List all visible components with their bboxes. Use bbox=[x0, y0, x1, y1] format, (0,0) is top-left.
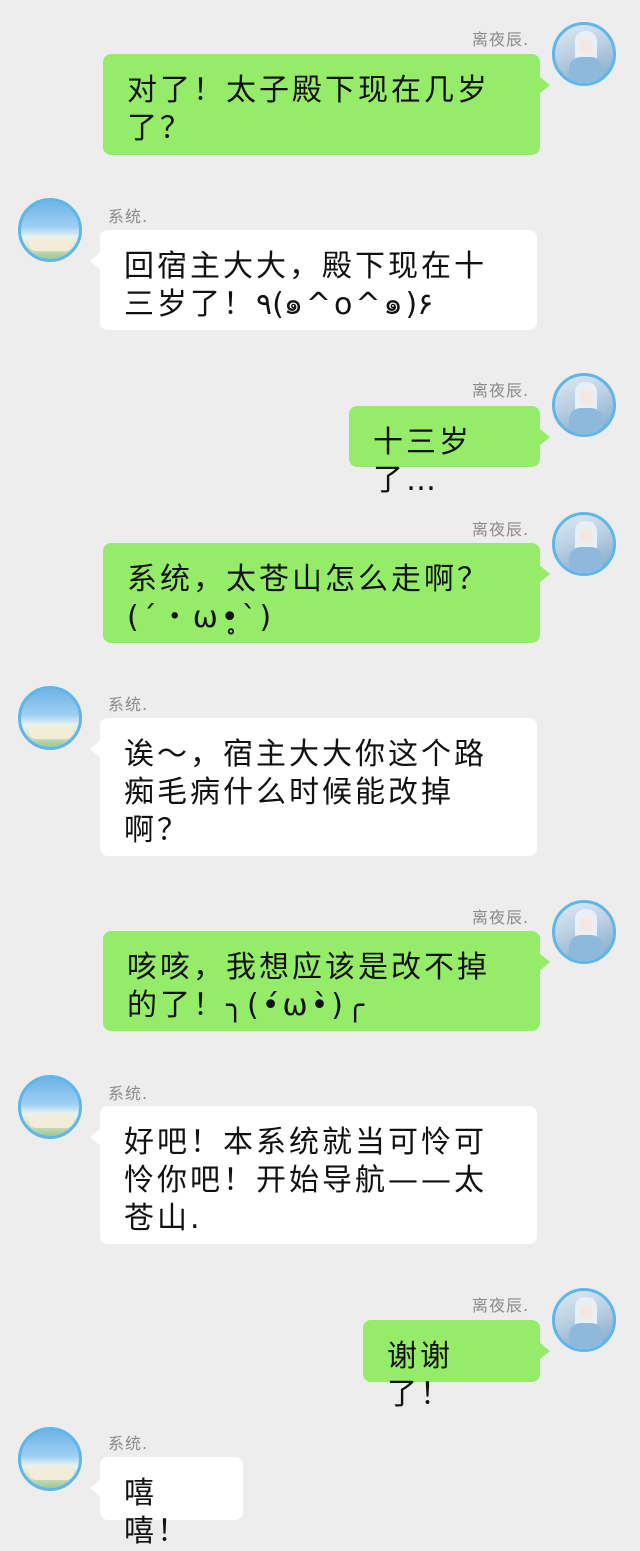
sender-name: 离夜辰. bbox=[472, 381, 530, 400]
sender-name: 离夜辰. bbox=[472, 1296, 530, 1315]
message-bubble[interactable]: 咳咳，我想应该是改不掉 的了！╮(•́ω•̀)╭ bbox=[103, 931, 550, 1031]
system-avatar[interactable] bbox=[18, 1427, 82, 1491]
sender-name: 离夜辰. bbox=[472, 30, 530, 49]
sender-name: 系统. bbox=[108, 1434, 149, 1453]
sender-name: 离夜辰. bbox=[472, 908, 530, 927]
message-bubble[interactable]: 嘻嘻！ bbox=[90, 1457, 243, 1549]
sender-name: 系统. bbox=[108, 207, 149, 226]
sender-name: 系统. bbox=[108, 1084, 149, 1103]
system-avatar[interactable] bbox=[18, 198, 82, 262]
message-bubble[interactable]: 对了！太子殿下现在几岁 了？ bbox=[103, 54, 550, 155]
user-avatar[interactable] bbox=[552, 22, 616, 86]
user-avatar[interactable] bbox=[552, 900, 616, 964]
message-bubble[interactable]: 诶～，宿主大大你这个路 痴毛病什么时候能改掉 啊？ bbox=[90, 718, 537, 856]
message-bubble[interactable]: 系统，太苍山怎么走啊？ (´・ω•̥`) bbox=[103, 543, 550, 643]
user-avatar[interactable] bbox=[552, 373, 616, 437]
message-bubble[interactable]: 回宿主大大，殿下现在十 三岁了！٩(๑^o^๑)۶ bbox=[90, 230, 537, 330]
message-bubble[interactable]: 谢谢了！ bbox=[363, 1320, 550, 1412]
system-avatar[interactable] bbox=[18, 686, 82, 750]
user-avatar[interactable] bbox=[552, 512, 616, 576]
user-avatar[interactable] bbox=[552, 1288, 616, 1352]
message-bubble[interactable]: 十三岁了… bbox=[349, 406, 550, 498]
sender-name: 系统. bbox=[108, 695, 149, 714]
system-avatar[interactable] bbox=[18, 1075, 82, 1139]
message-bubble[interactable]: 好吧！本系统就当可怜可 怜你吧！开始导航——太 苍山. bbox=[90, 1106, 537, 1244]
sender-name: 离夜辰. bbox=[472, 520, 530, 539]
